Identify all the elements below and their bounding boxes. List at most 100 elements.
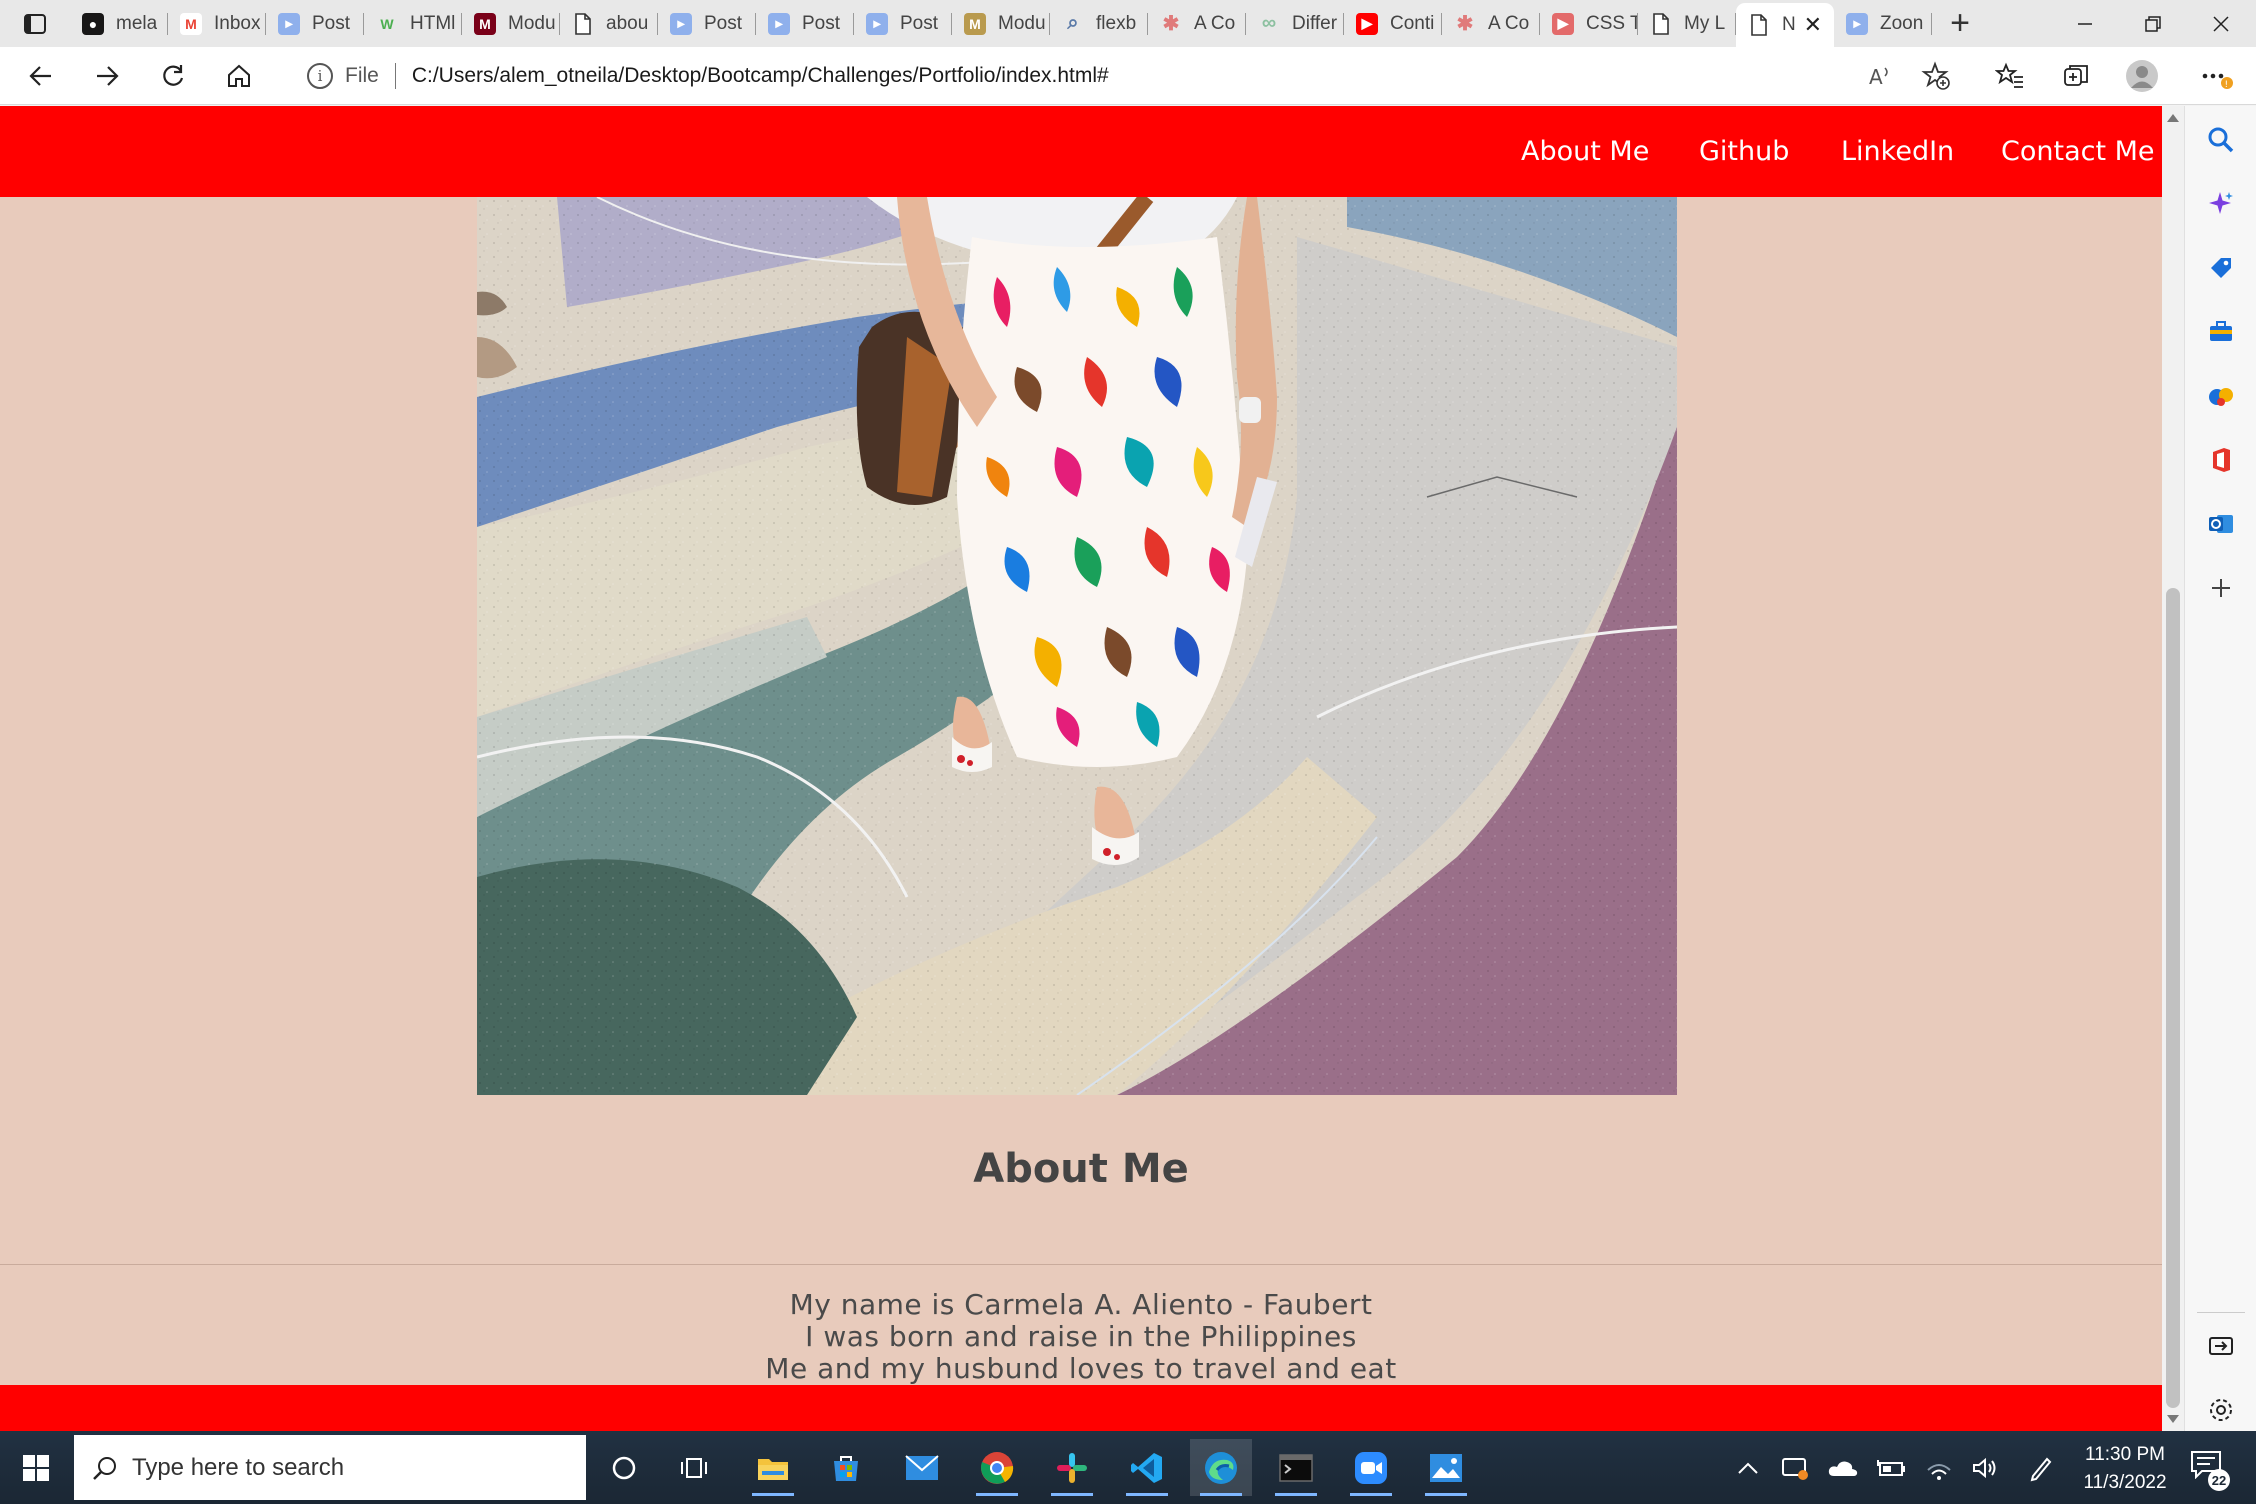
page-icon — [1748, 14, 1770, 36]
slack-icon[interactable] — [1041, 1439, 1103, 1496]
minimize-button[interactable] — [2050, 0, 2120, 47]
w3schools-icon: W — [380, 15, 394, 32]
start-button[interactable] — [0, 1431, 72, 1504]
zoom-icon: ▸ — [866, 12, 888, 35]
discover-sparkle-icon[interactable] — [2201, 184, 2241, 224]
about-line-origin: I was born and raise in the Philippines — [805, 1320, 1357, 1353]
about-heading: About Me — [973, 1146, 1189, 1192]
edge-icon[interactable] — [1190, 1439, 1252, 1496]
taskbar-search-input[interactable]: Type here to search — [74, 1435, 586, 1500]
notification-center-icon[interactable]: 22 — [2190, 1449, 2230, 1491]
mail-icon[interactable] — [891, 1439, 953, 1496]
taskbar-clock[interactable]: 11:30 PM 11/3/2022 — [2070, 1441, 2180, 1497]
tab-title: Post — [312, 12, 351, 34]
outlook-icon[interactable] — [2201, 504, 2241, 544]
tab-actions-icon[interactable] — [0, 0, 70, 47]
office-icon[interactable] — [2201, 440, 2241, 480]
restore-button[interactable] — [2118, 0, 2188, 47]
vscode-icon[interactable] — [1116, 1439, 1178, 1496]
add-favorite-icon[interactable] — [1916, 56, 1956, 96]
cortana-icon[interactable] — [593, 1439, 655, 1496]
address-scheme: File — [345, 64, 379, 87]
show-hidden-icons-icon[interactable] — [1731, 1451, 1765, 1485]
games-icon[interactable] — [2201, 376, 2241, 416]
browser-tab[interactable]: W HTMl — [364, 0, 462, 47]
favorites-icon[interactable] — [1990, 56, 2030, 96]
profile-avatar[interactable] — [2122, 56, 2162, 96]
new-tab-button[interactable]: + — [1932, 0, 1988, 47]
onedrive-icon[interactable] — [1826, 1451, 1860, 1485]
browser-tab[interactable]: ▸ Post — [266, 0, 364, 47]
browser-tab[interactable]: ▶ CSS T — [1540, 0, 1638, 47]
clock-date: 11/3/2022 — [2083, 1472, 2167, 1493]
hide-sidebar-icon[interactable] — [2201, 1326, 2241, 1366]
tab-title: abou — [606, 12, 649, 34]
nav-linkedin[interactable]: LinkedIn — [1841, 136, 1954, 167]
site-info-icon[interactable]: i — [307, 63, 333, 89]
nav-github[interactable]: Github — [1699, 136, 1789, 167]
asterisk-icon: ✱ — [1456, 13, 1474, 35]
browser-tab[interactable]: ✱ A Co — [1148, 0, 1246, 47]
collections-icon[interactable] — [2056, 56, 2096, 96]
volume-icon[interactable] — [1968, 1451, 2002, 1485]
browser-tab[interactable]: M Inbox — [168, 0, 266, 47]
browser-tab[interactable]: ∞ Differ — [1246, 0, 1344, 47]
browser-tab[interactable]: N ✕ — [1736, 3, 1834, 47]
read-aloud-icon[interactable]: A — [1860, 56, 1900, 96]
meet-now-icon[interactable] — [1778, 1451, 1812, 1485]
browser-tab[interactable]: ✱ A Co — [1442, 0, 1540, 47]
file-explorer-icon[interactable] — [742, 1439, 804, 1496]
browser-tab[interactable]: M Modu — [462, 0, 560, 47]
microsoft-store-icon[interactable] — [815, 1439, 877, 1496]
nav-contact-me[interactable]: Contact Me — [2001, 136, 2155, 167]
tab-title: A Co — [1194, 12, 1236, 34]
settings-more-icon[interactable]: ! — [2196, 56, 2236, 96]
asterisk-icon: ✱ — [1162, 13, 1180, 35]
browser-tab[interactable]: ⌕ flexb — [1050, 0, 1148, 47]
terminal-icon[interactable] — [1265, 1439, 1327, 1496]
refresh-icon[interactable] — [153, 56, 193, 96]
tab-title: Differ — [1292, 12, 1338, 34]
pen-icon[interactable] — [2024, 1451, 2058, 1485]
about-line-name: My name is Carmela A. Aliento - Faubert — [789, 1288, 1373, 1321]
photos-icon[interactable] — [1415, 1439, 1477, 1496]
sidebar-search-icon[interactable] — [2201, 120, 2241, 160]
nav-about-me[interactable]: About Me — [1521, 136, 1649, 167]
add-sidebar-app-icon[interactable] — [2201, 568, 2241, 608]
browser-tab[interactable]: ● mela — [70, 0, 168, 47]
zoom-icon: ▸ — [670, 12, 692, 35]
forward-icon[interactable] — [87, 56, 127, 96]
chrome-icon[interactable] — [966, 1439, 1028, 1496]
browser-tab[interactable]: ▸ Post — [756, 0, 854, 47]
task-view-icon[interactable] — [663, 1439, 725, 1496]
tools-briefcase-icon[interactable] — [2201, 312, 2241, 352]
close-tab-icon[interactable]: ✕ — [1804, 12, 1822, 38]
tab-title: HTMl — [410, 12, 456, 34]
site-footer — [0, 1385, 2162, 1431]
browser-tab[interactable]: ▶ Conti — [1344, 0, 1442, 47]
browser-tab[interactable]: abou — [560, 0, 658, 47]
shopping-tag-icon[interactable] — [2201, 248, 2241, 288]
home-icon[interactable] — [219, 56, 259, 96]
search-icon: ⌕ — [1067, 12, 1079, 34]
scroll-down-arrow[interactable] — [2167, 1415, 2179, 1423]
browser-tab[interactable]: ▸ Post — [854, 0, 952, 47]
address-bar[interactable]: i File C:/Users/alem_otneila/Desktop/Boo… — [285, 54, 1965, 98]
address-url[interactable]: C:/Users/alem_otneila/Desktop/Bootcamp/C… — [412, 64, 1109, 88]
page-scrollbar[interactable] — [2162, 106, 2184, 1431]
wifi-icon[interactable] — [1922, 1451, 1956, 1485]
close-window-button[interactable] — [2186, 0, 2256, 47]
profile-photo — [477, 197, 1677, 1095]
back-icon[interactable] — [21, 56, 61, 96]
zoom-icon[interactable] — [1340, 1439, 1402, 1496]
zoom-icon: ▸ — [278, 12, 300, 35]
browser-tab[interactable]: ▸ Post — [658, 0, 756, 47]
battery-icon[interactable] — [1874, 1451, 1908, 1485]
tab-title: Conti — [1390, 12, 1435, 34]
browser-tab[interactable]: ▸ Zoon — [1834, 0, 1932, 47]
browser-tab[interactable]: M Modu — [952, 0, 1050, 47]
scroll-thumb[interactable] — [2166, 588, 2180, 1408]
scroll-up-arrow[interactable] — [2167, 114, 2179, 122]
browser-tab[interactable]: My L — [1638, 0, 1736, 47]
sidebar-settings-icon[interactable] — [2201, 1390, 2241, 1430]
